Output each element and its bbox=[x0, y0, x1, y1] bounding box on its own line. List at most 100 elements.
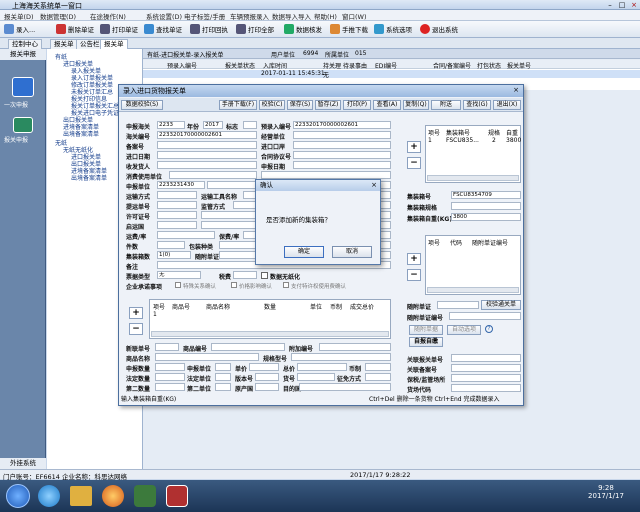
horizontal-scrollbar[interactable] bbox=[151, 331, 389, 337]
menu-item[interactable]: 电子标签/手册 bbox=[184, 11, 225, 21]
start-button[interactable] bbox=[6, 484, 30, 508]
version-field[interactable] bbox=[255, 373, 279, 381]
levy-field[interactable] bbox=[365, 373, 391, 381]
contract-field[interactable] bbox=[293, 151, 391, 159]
col-header[interactable]: 商品名称 bbox=[206, 302, 230, 311]
add-doc-button[interactable]: + bbox=[407, 253, 421, 265]
legal-unit-field[interactable] bbox=[215, 373, 231, 381]
menu-item[interactable]: 数据管理(D) bbox=[40, 11, 76, 21]
import-date-field[interactable] bbox=[157, 151, 257, 159]
table-row[interactable]: 2017-01-11 15:45:31 无 bbox=[143, 70, 640, 79]
print-button[interactable]: 打印(P) bbox=[343, 100, 371, 110]
col-header[interactable]: 项号 bbox=[428, 128, 440, 137]
item-no-field[interactable] bbox=[297, 373, 335, 381]
container-no-field[interactable]: FSCU8354709 bbox=[451, 191, 521, 199]
consumer-field[interactable] bbox=[169, 171, 257, 179]
operator-field[interactable] bbox=[293, 131, 391, 139]
declare-unit-field[interactable]: 2233231430 bbox=[157, 181, 205, 189]
col-header[interactable]: 待录事由 bbox=[343, 61, 367, 70]
container-weight-field[interactable]: 3800 bbox=[451, 213, 521, 221]
cancel-button[interactable]: 取消 bbox=[332, 246, 372, 258]
verify-button[interactable]: 校验(C) bbox=[259, 100, 285, 110]
year-field[interactable]: 2017 bbox=[203, 121, 223, 129]
col-header[interactable]: 入库时间 bbox=[263, 61, 287, 70]
consumer-name-field[interactable] bbox=[261, 171, 391, 179]
tab-declaration-active[interactable]: 报关单 bbox=[100, 39, 128, 49]
menu-item[interactable]: 帮助(H) bbox=[314, 11, 337, 21]
exit-system-button[interactable]: 退出系统 bbox=[420, 23, 458, 35]
goods-name-field[interactable] bbox=[155, 353, 259, 361]
price-field[interactable] bbox=[249, 363, 279, 371]
monitor-icon[interactable] bbox=[12, 77, 34, 97]
folder-icon[interactable] bbox=[70, 486, 92, 506]
col-header[interactable]: 持关理 bbox=[323, 61, 341, 70]
delete-doc-button[interactable]: 删除单证 bbox=[56, 23, 94, 35]
spec-field[interactable] bbox=[291, 353, 391, 361]
remove-doc-button[interactable]: − bbox=[407, 269, 421, 281]
new-no-field[interactable] bbox=[155, 343, 179, 351]
declare-icon[interactable] bbox=[13, 117, 33, 133]
close-icon[interactable]: × bbox=[628, 1, 640, 9]
data-check-button[interactable]: 数据校验(S) bbox=[121, 100, 163, 110]
freight-field[interactable] bbox=[157, 231, 215, 239]
license-field[interactable] bbox=[157, 211, 197, 219]
tab-declaration[interactable]: 报关单 bbox=[50, 39, 78, 49]
col-header[interactable]: 打包状态 bbox=[477, 61, 501, 70]
second-unit-field[interactable] bbox=[215, 383, 231, 391]
paperless-checkbox[interactable] bbox=[261, 272, 268, 279]
port-field[interactable] bbox=[293, 141, 391, 149]
yard-code-field[interactable] bbox=[451, 384, 521, 392]
pieces-field[interactable] bbox=[157, 241, 185, 249]
tree-item[interactable]: 出境备案清单 bbox=[71, 173, 107, 182]
add-container-button[interactable]: + bbox=[407, 141, 421, 153]
col-header[interactable]: 随附单证编号 bbox=[472, 238, 508, 247]
checkbox[interactable] bbox=[283, 282, 289, 288]
col-header[interactable]: 数量 bbox=[264, 302, 276, 311]
menu-item[interactable]: 数据导入导入 bbox=[272, 11, 311, 21]
app-icon[interactable] bbox=[134, 485, 156, 507]
customs-no-field[interactable]: 223320170000002601 bbox=[157, 131, 257, 139]
view-button[interactable]: 查看(A) bbox=[373, 100, 401, 110]
container-count-field[interactable]: 1(0) bbox=[157, 251, 191, 259]
maximize-icon[interactable]: □ bbox=[616, 1, 628, 9]
close-icon[interactable]: × bbox=[511, 86, 521, 95]
customs-field[interactable]: 2233 bbox=[157, 121, 185, 129]
destination-field[interactable] bbox=[299, 383, 391, 391]
origin-country-field[interactable] bbox=[157, 221, 197, 229]
player-icon[interactable] bbox=[102, 485, 124, 507]
print-all-button[interactable]: 打印全部 bbox=[236, 23, 274, 35]
col-header[interactable]: 自重 bbox=[506, 128, 518, 137]
col-header[interactable]: EDI编号 bbox=[375, 61, 397, 70]
bill-no-field[interactable] bbox=[157, 201, 197, 209]
attach-doc-field[interactable] bbox=[437, 301, 479, 309]
find-button[interactable]: 查找(G) bbox=[463, 100, 491, 110]
goods-code-field[interactable] bbox=[211, 343, 285, 351]
related-decl-field[interactable] bbox=[451, 354, 521, 362]
col-header[interactable]: 合同/备案编号 bbox=[433, 61, 471, 70]
col-header[interactable]: 报关单号 bbox=[507, 61, 531, 70]
browser-icon[interactable] bbox=[38, 485, 60, 507]
table-row[interactable]: 1 FSCU835... 2 3800 bbox=[426, 137, 521, 145]
legal-qty-field[interactable] bbox=[155, 373, 185, 381]
new-entry-button[interactable]: 录入... bbox=[4, 23, 35, 35]
tree-item[interactable]: 出境备案清单 bbox=[63, 129, 99, 138]
temp-save-button[interactable]: 暂存(Z) bbox=[315, 100, 341, 110]
col-header[interactable]: 项号 bbox=[153, 302, 165, 311]
ticket-type-select[interactable]: 无 bbox=[157, 271, 201, 279]
record-no-field[interactable] bbox=[157, 141, 257, 149]
table-row[interactable]: 1 bbox=[150, 311, 390, 319]
auto-options-button[interactable]: 自动选项 bbox=[447, 325, 481, 335]
col-header[interactable]: 报关单状态 bbox=[225, 61, 255, 70]
print-receipt-button[interactable]: 打印回执 bbox=[190, 23, 228, 35]
copy-button[interactable]: 复制(Q) bbox=[403, 100, 429, 110]
tab-control-center[interactable]: 控制中心 bbox=[8, 39, 42, 49]
col-header[interactable]: 币制 bbox=[330, 302, 342, 311]
add-goods-button[interactable]: + bbox=[129, 307, 143, 319]
second-qty-field[interactable] bbox=[155, 383, 185, 391]
checkbox[interactable] bbox=[175, 282, 181, 288]
ok-button[interactable]: 确定 bbox=[284, 246, 324, 258]
exit-button[interactable]: 退出(X) bbox=[493, 100, 521, 110]
declare-unit2-field[interactable] bbox=[215, 363, 231, 371]
remove-container-button[interactable]: − bbox=[407, 157, 421, 169]
related-record-field[interactable] bbox=[451, 364, 521, 372]
